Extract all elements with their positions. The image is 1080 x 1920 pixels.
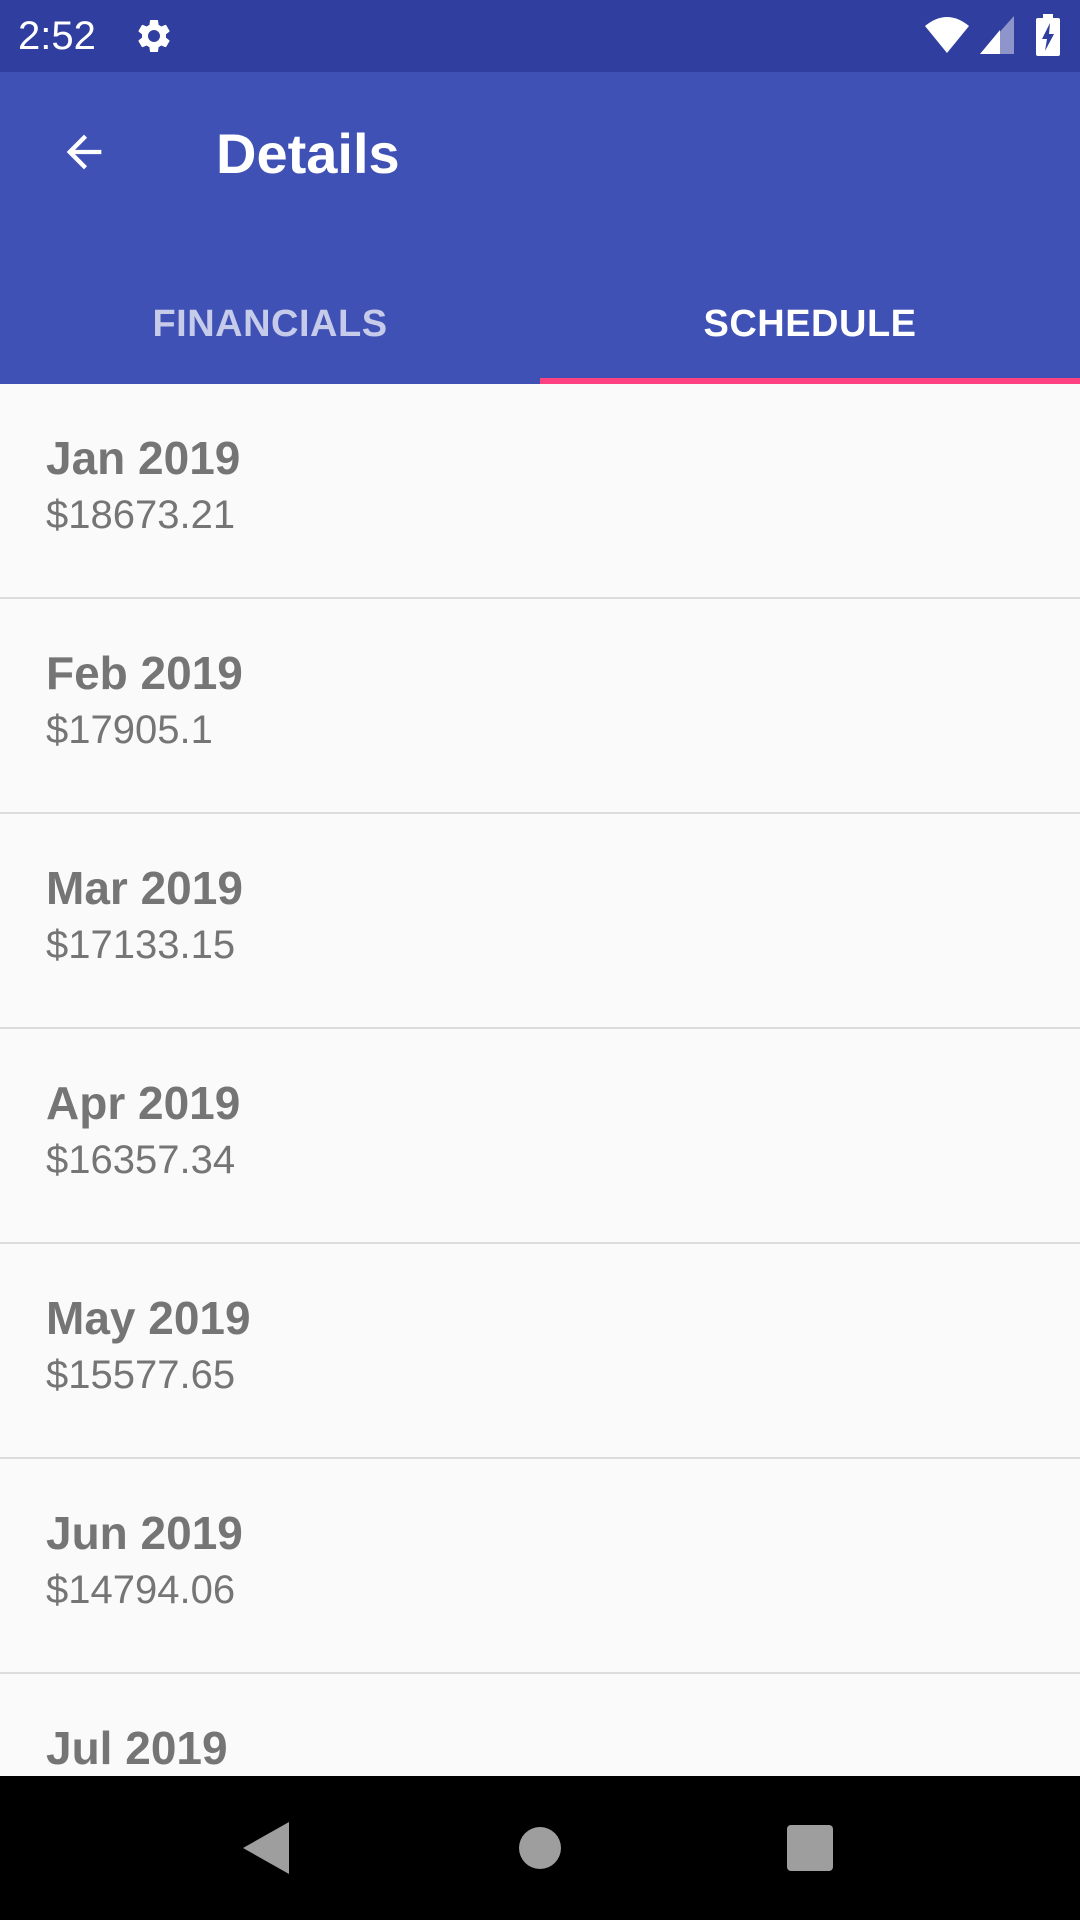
nav-recents-button[interactable] bbox=[760, 1798, 860, 1898]
item-amount: $17133.15 bbox=[46, 923, 236, 967]
list-item[interactable]: May 2019 $15577.65 bbox=[0, 1244, 1080, 1459]
list-item[interactable]: Jul 2019 bbox=[0, 1674, 1080, 1776]
tab-bar: FINANCIALS SCHEDULE bbox=[0, 264, 1080, 384]
list-item[interactable]: Apr 2019 $16357.34 bbox=[0, 1029, 1080, 1244]
item-amount: $15577.65 bbox=[46, 1353, 236, 1397]
list-item[interactable]: Mar 2019 $17133.15 bbox=[0, 814, 1080, 1029]
item-month: Jan 2019 bbox=[46, 432, 241, 484]
arrow-back-icon bbox=[66, 134, 102, 170]
list-item[interactable]: Jun 2019 $14794.06 bbox=[0, 1459, 1080, 1674]
tab-schedule-label: SCHEDULE bbox=[703, 302, 917, 345]
item-month: Apr 2019 bbox=[46, 1077, 241, 1129]
status-bar: 2:52 bbox=[0, 0, 1080, 72]
list-item[interactable]: Jan 2019 $18673.21 bbox=[0, 384, 1080, 599]
nav-home-button[interactable] bbox=[490, 1798, 590, 1898]
back-button[interactable] bbox=[44, 112, 124, 192]
signal-icon bbox=[980, 16, 1014, 54]
nav-back-icon bbox=[243, 1822, 289, 1874]
list-item[interactable]: Feb 2019 $17905.1 bbox=[0, 599, 1080, 814]
navigation-bar bbox=[0, 1776, 1080, 1920]
item-amount: $14794.06 bbox=[46, 1568, 236, 1612]
page-title: Details bbox=[216, 122, 400, 185]
battery-charging-icon bbox=[1036, 14, 1060, 56]
nav-back-button[interactable] bbox=[216, 1798, 316, 1898]
settings-icon bbox=[138, 19, 170, 52]
item-month: Feb 2019 bbox=[46, 647, 243, 699]
item-month: May 2019 bbox=[46, 1292, 251, 1344]
nav-home-icon bbox=[519, 1827, 561, 1869]
item-month: Jun 2019 bbox=[46, 1507, 243, 1559]
item-month: Jul 2019 bbox=[46, 1722, 228, 1774]
item-month: Mar 2019 bbox=[46, 862, 243, 914]
item-amount: $17905.1 bbox=[46, 708, 213, 752]
nav-recents-icon bbox=[787, 1825, 833, 1871]
tab-financials[interactable]: FINANCIALS bbox=[0, 264, 540, 384]
wifi-icon bbox=[925, 17, 969, 53]
item-amount: $16357.34 bbox=[46, 1138, 236, 1182]
schedule-list[interactable]: Jan 2019 $18673.21 Feb 2019 $17905.1 Mar… bbox=[0, 384, 1080, 1776]
tab-schedule[interactable]: SCHEDULE bbox=[540, 264, 1080, 384]
app-bar: Details FINANCIALS SCHEDULE bbox=[0, 72, 1080, 384]
item-amount: $18673.21 bbox=[46, 493, 236, 537]
status-time: 2:52 bbox=[18, 14, 96, 58]
